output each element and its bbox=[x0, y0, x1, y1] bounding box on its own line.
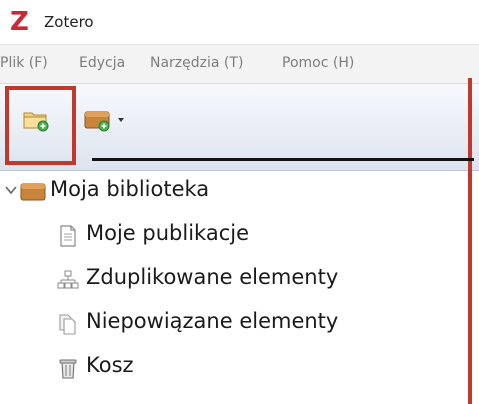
tree-label-trash: Kosz bbox=[86, 353, 134, 377]
annotation-vertical-line bbox=[468, 78, 472, 404]
tree-row-unfiled[interactable]: Niepowiązane elementy bbox=[0, 303, 466, 345]
tree-row-my-publications[interactable]: Moje publikacje bbox=[0, 215, 466, 257]
tree-row-duplicates[interactable]: Zduplikowane elementy bbox=[0, 259, 466, 301]
duplicate-icon bbox=[57, 270, 79, 289]
library-icon bbox=[20, 183, 46, 201]
zotero-window: Z Zotero Plik (F) Edycja Narzędzia (T) P… bbox=[0, 0, 479, 404]
dropdown-arrow-icon bbox=[118, 118, 124, 122]
annotation-arrow-line bbox=[92, 158, 474, 161]
window-title: Zotero bbox=[44, 13, 94, 31]
new-library-button[interactable] bbox=[84, 107, 130, 133]
tree-row-trash[interactable]: Kosz bbox=[0, 347, 466, 389]
collection-tree: Moja biblioteka Moje publikacje Zdupliko… bbox=[0, 171, 466, 404]
document-icon bbox=[60, 225, 76, 247]
menu-file[interactable]: Plik (F) bbox=[0, 55, 48, 71]
unfiled-icon bbox=[59, 314, 76, 335]
tree-label-duplicates: Zduplikowane elementy bbox=[86, 265, 339, 289]
tree-label-unfiled: Niepowiązane elementy bbox=[86, 309, 339, 333]
menu-help[interactable]: Pomoc (H) bbox=[282, 55, 354, 71]
tree-label-my-publications: Moje publikacje bbox=[86, 221, 249, 245]
annotation-highlight-box bbox=[5, 86, 76, 165]
new-library-icon bbox=[84, 111, 110, 132]
tree-label-my-library: Moja biblioteka bbox=[50, 177, 210, 201]
title-bar: Z Zotero bbox=[0, 0, 479, 45]
chevron-down-icon[interactable] bbox=[4, 183, 18, 197]
menu-edit[interactable]: Edycja bbox=[79, 55, 125, 71]
menu-bar: Plik (F) Edycja Narzędzia (T) Pomoc (H) bbox=[0, 45, 479, 84]
tree-row-my-library[interactable]: Moja biblioteka bbox=[0, 171, 466, 213]
zotero-logo-icon: Z bbox=[10, 7, 29, 37]
trash-icon bbox=[59, 359, 77, 379]
menu-tools[interactable]: Narzędzia (T) bbox=[150, 55, 243, 71]
